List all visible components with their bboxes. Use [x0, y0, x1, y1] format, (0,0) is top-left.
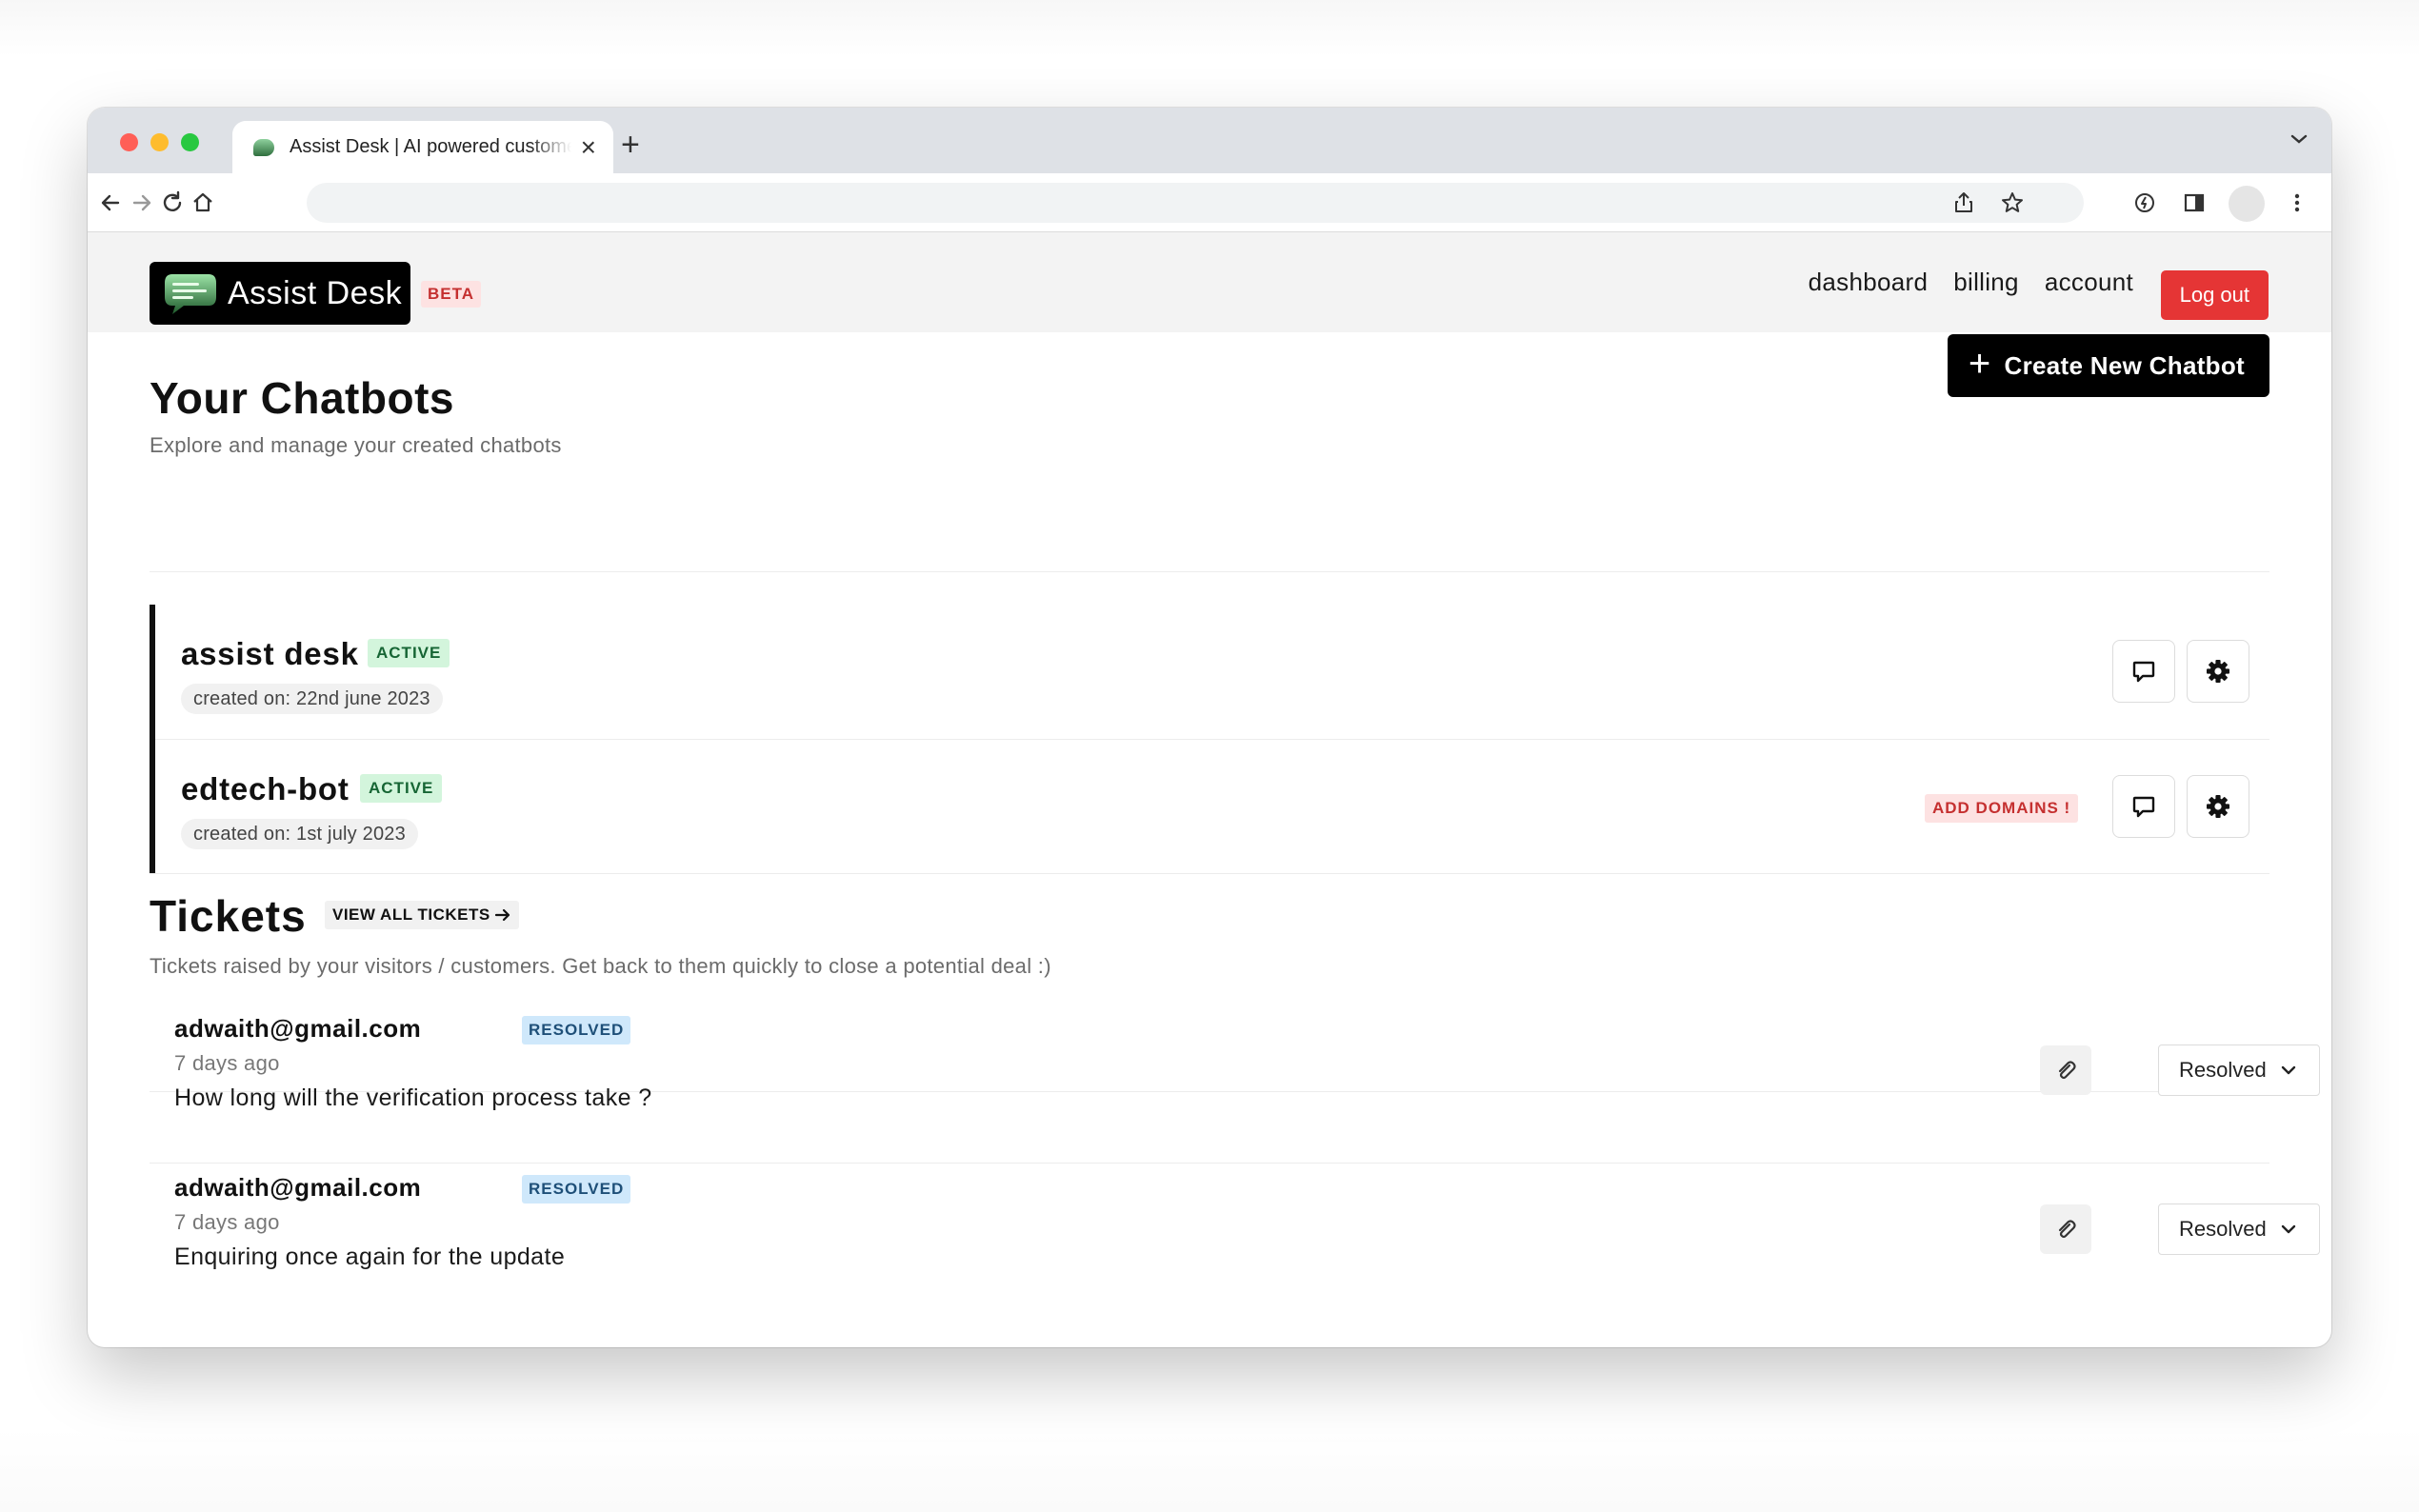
- ticket-status-badge: RESOLVED: [522, 1016, 631, 1044]
- ticket-status-select[interactable]: Resolved: [2158, 1204, 2320, 1255]
- chatbot-list: assist desk ACTIVE created on: 22nd june…: [150, 605, 2269, 873]
- chat-bubble-icon: [2132, 796, 2155, 818]
- tab-strip: Assist Desk | AI powered customer suppor…: [88, 108, 2331, 173]
- tab-close-icon[interactable]: ×: [581, 133, 596, 161]
- close-window-button[interactable]: [120, 133, 138, 151]
- logo-text: Assist Desk: [228, 274, 403, 311]
- reload-icon[interactable]: [159, 189, 186, 216]
- status-badge: ACTIVE: [360, 774, 443, 803]
- extensions-icon[interactable]: [2131, 189, 2158, 216]
- minimize-window-button[interactable]: [150, 133, 169, 151]
- favicon-icon: [253, 138, 274, 156]
- ticket-status-badge: RESOLVED: [522, 1175, 631, 1204]
- browser-toolbar: [88, 173, 2331, 232]
- selected-status: Resolved: [2179, 1058, 2267, 1082]
- ticket-email: adwaith@gmail.com: [174, 1014, 422, 1043]
- profile-avatar[interactable]: [2229, 186, 2265, 222]
- browser-window: Assist Desk | AI powered customer suppor…: [88, 108, 2331, 1347]
- view-all-label: VIEW ALL TICKETS: [332, 905, 490, 924]
- gear-icon: [2207, 795, 2229, 818]
- section-divider: [150, 571, 2269, 572]
- ticket-message: Enquiring once again for the update: [174, 1243, 566, 1270]
- chat-preview-button[interactable]: [2112, 640, 2175, 703]
- chevron-down-icon: [2281, 1224, 2295, 1234]
- attachment-button[interactable]: [2040, 1045, 2091, 1095]
- nav-billing[interactable]: billing: [1953, 268, 2019, 297]
- maximize-window-button[interactable]: [181, 133, 199, 151]
- chatbot-name[interactable]: assist desk: [181, 636, 359, 672]
- tab-search-chevron-icon[interactable]: [2289, 132, 2309, 146]
- logout-button[interactable]: Log out: [2160, 270, 2269, 320]
- attachment-button[interactable]: [2040, 1204, 2091, 1254]
- ticket-time: 7 days ago: [174, 1210, 280, 1234]
- create-chatbot-label: Create New Chatbot: [2004, 350, 2245, 380]
- share-icon[interactable]: [1950, 189, 1977, 216]
- ticket-message: How long will the verification process t…: [174, 1084, 652, 1111]
- selected-status: Resolved: [2179, 1217, 2267, 1241]
- share-icon[interactable]: [295, 189, 322, 216]
- gear-icon: [2207, 660, 2229, 683]
- arrow-right-icon: [494, 908, 510, 922]
- chat-bubble-icon: [2132, 661, 2155, 683]
- section-divider: [150, 873, 2269, 874]
- back-arrow-icon[interactable]: [97, 189, 124, 216]
- nav-dashboard[interactable]: dashboard: [1809, 268, 1929, 297]
- ticket-status-select[interactable]: Resolved: [2158, 1044, 2320, 1096]
- add-domains-warning[interactable]: ADD DOMAINS !: [1925, 794, 2079, 823]
- nav-account[interactable]: account: [2045, 268, 2133, 297]
- app-logo[interactable]: Assist Desk: [150, 262, 410, 325]
- chatbot-row[interactable]: edtech-bot ACTIVE created on: 1st july 2…: [155, 739, 2269, 873]
- chatbots-subtitle: Explore and manage your created chatbots: [150, 433, 562, 457]
- address-bar[interactable]: [307, 183, 2084, 223]
- ticket-time: 7 days ago: [174, 1051, 280, 1075]
- forward-arrow-icon[interactable]: [129, 189, 155, 216]
- plus-icon: +: [1968, 343, 1991, 385]
- chatbot-name[interactable]: edtech-bot: [181, 771, 350, 807]
- status-badge: ACTIVE: [368, 639, 450, 667]
- chatbot-settings-button[interactable]: [2187, 640, 2249, 703]
- chatbots-title: Your Chatbots: [150, 373, 454, 423]
- new-tab-button[interactable]: +: [621, 129, 640, 161]
- tickets-subtitle: Tickets raised by your visitors / custom…: [150, 954, 1051, 978]
- created-date: created on: 1st july 2023: [181, 819, 418, 849]
- chevron-down-icon: [2281, 1065, 2295, 1075]
- chatbot-settings-button[interactable]: [2187, 775, 2249, 838]
- chat-preview-button[interactable]: [2112, 775, 2175, 838]
- ticket-row[interactable]: adwaith@gmail.com RESOLVED 7 days ago En…: [150, 1144, 2320, 1303]
- create-new-chatbot-button[interactable]: + Create New Chatbot: [1947, 334, 2269, 397]
- home-icon[interactable]: [190, 189, 216, 216]
- ticket-row[interactable]: adwaith@gmail.com RESOLVED 7 days ago Ho…: [150, 985, 2320, 1144]
- side-panel-icon[interactable]: [2181, 189, 2208, 216]
- kebab-menu-icon[interactable]: [2284, 189, 2310, 216]
- paperclip-icon: [2058, 1061, 2076, 1080]
- ticket-email: adwaith@gmail.com: [174, 1173, 422, 1202]
- view-all-tickets-link[interactable]: VIEW ALL TICKETS: [325, 901, 519, 929]
- bookmark-star-icon[interactable]: [1999, 189, 2026, 216]
- app-header: Assist Desk BETA dashboard billing accou…: [88, 232, 2331, 332]
- chatbot-row[interactable]: assist desk ACTIVE created on: 22nd june…: [155, 605, 2269, 739]
- chat-bubble-logo-icon: [165, 274, 216, 314]
- browser-tab-active[interactable]: Assist Desk | AI powered customer suppor…: [232, 121, 613, 173]
- main-nav: dashboard billing account: [1809, 232, 2133, 332]
- created-date: created on: 22nd june 2023: [181, 684, 443, 714]
- beta-badge: BETA: [421, 281, 482, 308]
- tickets-title: Tickets: [150, 891, 307, 941]
- tab-title: Assist Desk | AI powered customer suppor…: [290, 136, 571, 157]
- paperclip-icon: [2058, 1220, 2076, 1239]
